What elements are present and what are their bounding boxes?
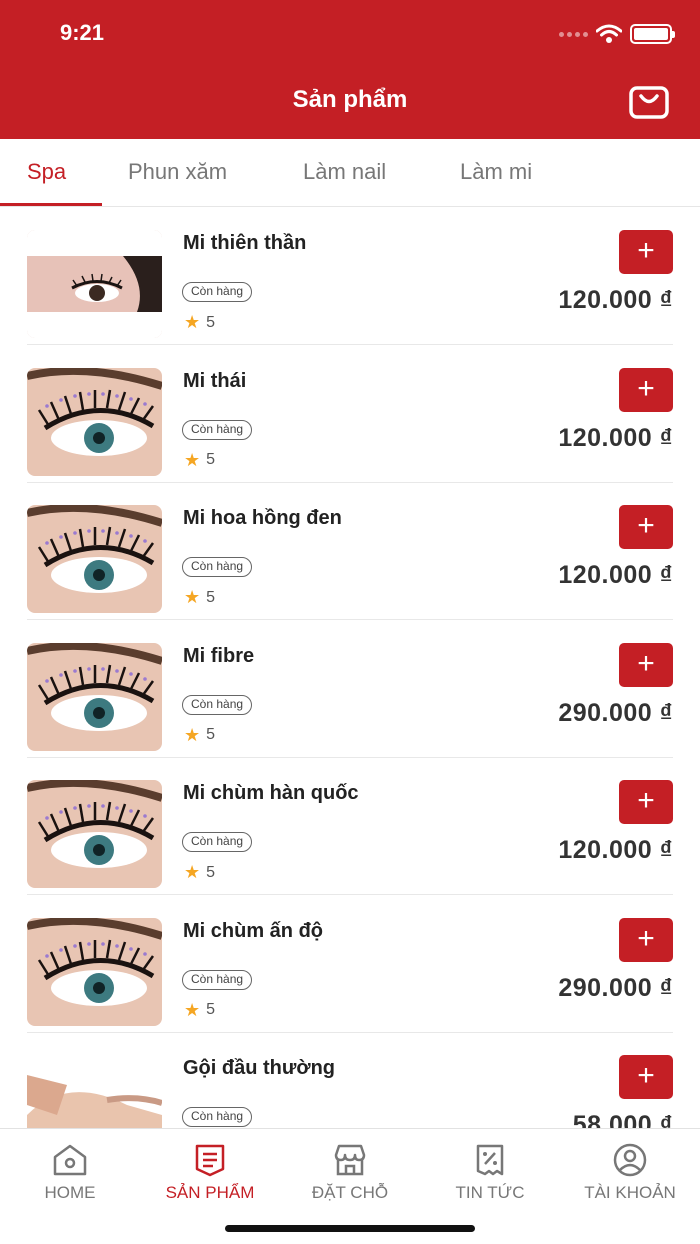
star-icon: ★	[184, 999, 201, 1020]
products-icon	[195, 1144, 225, 1177]
product-row[interactable]: Mi thái Còn hàng ★ 5 +120.000 ₫	[27, 346, 673, 483]
page-title: Sản phẩm	[292, 86, 408, 113]
news-icon	[476, 1144, 504, 1176]
home-icon	[53, 1144, 87, 1176]
product-name[interactable]: Mi chùm hàn quốc	[183, 782, 359, 805]
category-tabs: Spa Phun xăm Làm nail Làm mi	[0, 139, 700, 207]
product-list[interactable]: Mi thiên thần Còn hàng ★ 5 +120.000 ₫ Mi thái…	[0, 208, 700, 1128]
product-price: 120.000 ₫	[558, 286, 673, 314]
add-to-cart-button[interactable]: +	[619, 780, 673, 824]
nav-home[interactable]: HOME	[0, 1143, 140, 1203]
product-name[interactable]: Mi hoa hồng đen	[183, 507, 342, 530]
product-price: 120.000 ₫	[558, 561, 673, 589]
add-to-cart-button[interactable]: +	[619, 505, 673, 549]
product-row[interactable]: Mi chùm hàn quốc Còn hàng ★ 5 +120.000 ₫	[27, 758, 673, 895]
rating-value: 5	[206, 726, 216, 743]
home-indicator	[225, 1225, 475, 1232]
add-to-cart-button[interactable]: +	[619, 917, 673, 962]
product-price: 290.000 ₫	[558, 973, 673, 1002]
product-name[interactable]: Mi fibre	[183, 645, 254, 668]
stock-badge: Còn hàng	[182, 694, 253, 715]
stock-badge: Còn hàng	[182, 557, 253, 577]
product-rating: ★ 5	[184, 862, 215, 883]
nav-account[interactable]: TÀI KHOẢN	[560, 1143, 700, 1203]
product-image[interactable]	[27, 642, 162, 751]
nav-account-label: TÀI KHOẢN	[584, 1183, 676, 1202]
product-price: 120.000 ₫	[558, 836, 673, 864]
product-name[interactable]: Mi thái	[183, 370, 246, 393]
nav-products-label: SẢN PHẨM	[165, 1183, 255, 1202]
product-rating: ★ 5	[184, 725, 215, 746]
product-row[interactable]: Mi thiên thần Còn hàng ★ 5 +120.000 ₫	[27, 208, 673, 345]
signal-icon	[559, 31, 588, 37]
product-image[interactable]	[27, 1055, 162, 1128]
rating-value: 5	[206, 1001, 216, 1018]
stock-badge: Còn hàng	[182, 282, 253, 302]
status-time: 9:21	[60, 20, 105, 45]
product-name[interactable]: Gội đầu thường	[183, 1057, 335, 1080]
product-image[interactable]	[27, 780, 162, 888]
status-icons	[559, 24, 675, 44]
nav-news[interactable]: TIN TỨC	[420, 1143, 560, 1203]
wifi-icon	[596, 24, 622, 43]
product-image[interactable]	[27, 505, 162, 613]
product-row[interactable]: Mi fibre Còn hàng ★ 5 +290.000 ₫	[27, 621, 673, 758]
product-rating: ★ 5	[184, 312, 215, 333]
tab-lam-mi[interactable]: Làm mi	[460, 159, 532, 185]
product-rating: ★ 5	[184, 587, 215, 608]
shopping-bag-icon[interactable]	[628, 80, 670, 120]
product-rating: ★ 5	[184, 450, 215, 471]
nav-booking-label: ĐẶT CHỖ	[311, 1183, 389, 1202]
tab-lam-nail[interactable]: Làm nail	[303, 159, 386, 185]
star-icon: ★	[184, 862, 201, 882]
stock-badge: Còn hàng	[182, 1107, 253, 1127]
product-price: 120.000 ₫	[558, 423, 673, 452]
product-image[interactable]	[27, 917, 162, 1026]
tab-phun-xam[interactable]: Phun xăm	[128, 159, 227, 185]
add-to-cart-button[interactable]: +	[619, 1055, 673, 1099]
rating-value: 5	[206, 588, 216, 606]
product-row[interactable]: Gội đầu thườngCòn hàng★5+58.000 ₫	[27, 1033, 673, 1128]
product-price: 290.000 ₫	[558, 698, 673, 727]
battery-icon	[630, 24, 675, 44]
product-row[interactable]: Mi hoa hồng đen Còn hàng ★ 5 +120.000 ₫	[27, 483, 673, 620]
product-name[interactable]: Mi thiên thần	[183, 232, 306, 255]
nav-booking[interactable]: ĐẶT CHỖ	[280, 1143, 420, 1203]
product-rating: ★ 5	[184, 1000, 215, 1021]
product-name[interactable]: Mi chùm ấn độ	[183, 920, 323, 943]
rating-value: 5	[206, 451, 216, 468]
rating-value: 5	[206, 313, 216, 331]
account-icon	[613, 1143, 647, 1177]
product-image[interactable]	[27, 230, 162, 338]
star-icon: ★	[184, 449, 201, 470]
add-to-cart-button[interactable]: +	[619, 230, 673, 274]
product-price: 58.000 ₫	[572, 1111, 673, 1128]
star-icon: ★	[184, 724, 201, 745]
app-header: 9:21 Sản phẩm	[0, 0, 700, 139]
star-icon: ★	[184, 587, 201, 607]
nav-home-label: HOME	[44, 1183, 96, 1202]
product-image[interactable]	[27, 367, 162, 476]
active-tab-indicator	[0, 203, 102, 206]
star-icon: ★	[184, 312, 201, 332]
add-to-cart-button[interactable]: +	[619, 642, 673, 687]
stock-badge: Còn hàng	[182, 419, 253, 440]
product-row[interactable]: Mi chùm ấn độ Còn hàng ★ 5 +290.000 ₫	[27, 896, 673, 1033]
store-icon	[334, 1144, 366, 1176]
tab-spa[interactable]: Spa	[27, 159, 66, 185]
nav-news-label: TIN TỨC	[455, 1183, 525, 1202]
stock-badge: Còn hàng	[182, 832, 253, 852]
nav-products[interactable]: SẢN PHẨM	[140, 1143, 280, 1203]
stock-badge: Còn hàng	[182, 969, 253, 990]
rating-value: 5	[206, 863, 216, 881]
add-to-cart-button[interactable]: +	[619, 367, 673, 412]
